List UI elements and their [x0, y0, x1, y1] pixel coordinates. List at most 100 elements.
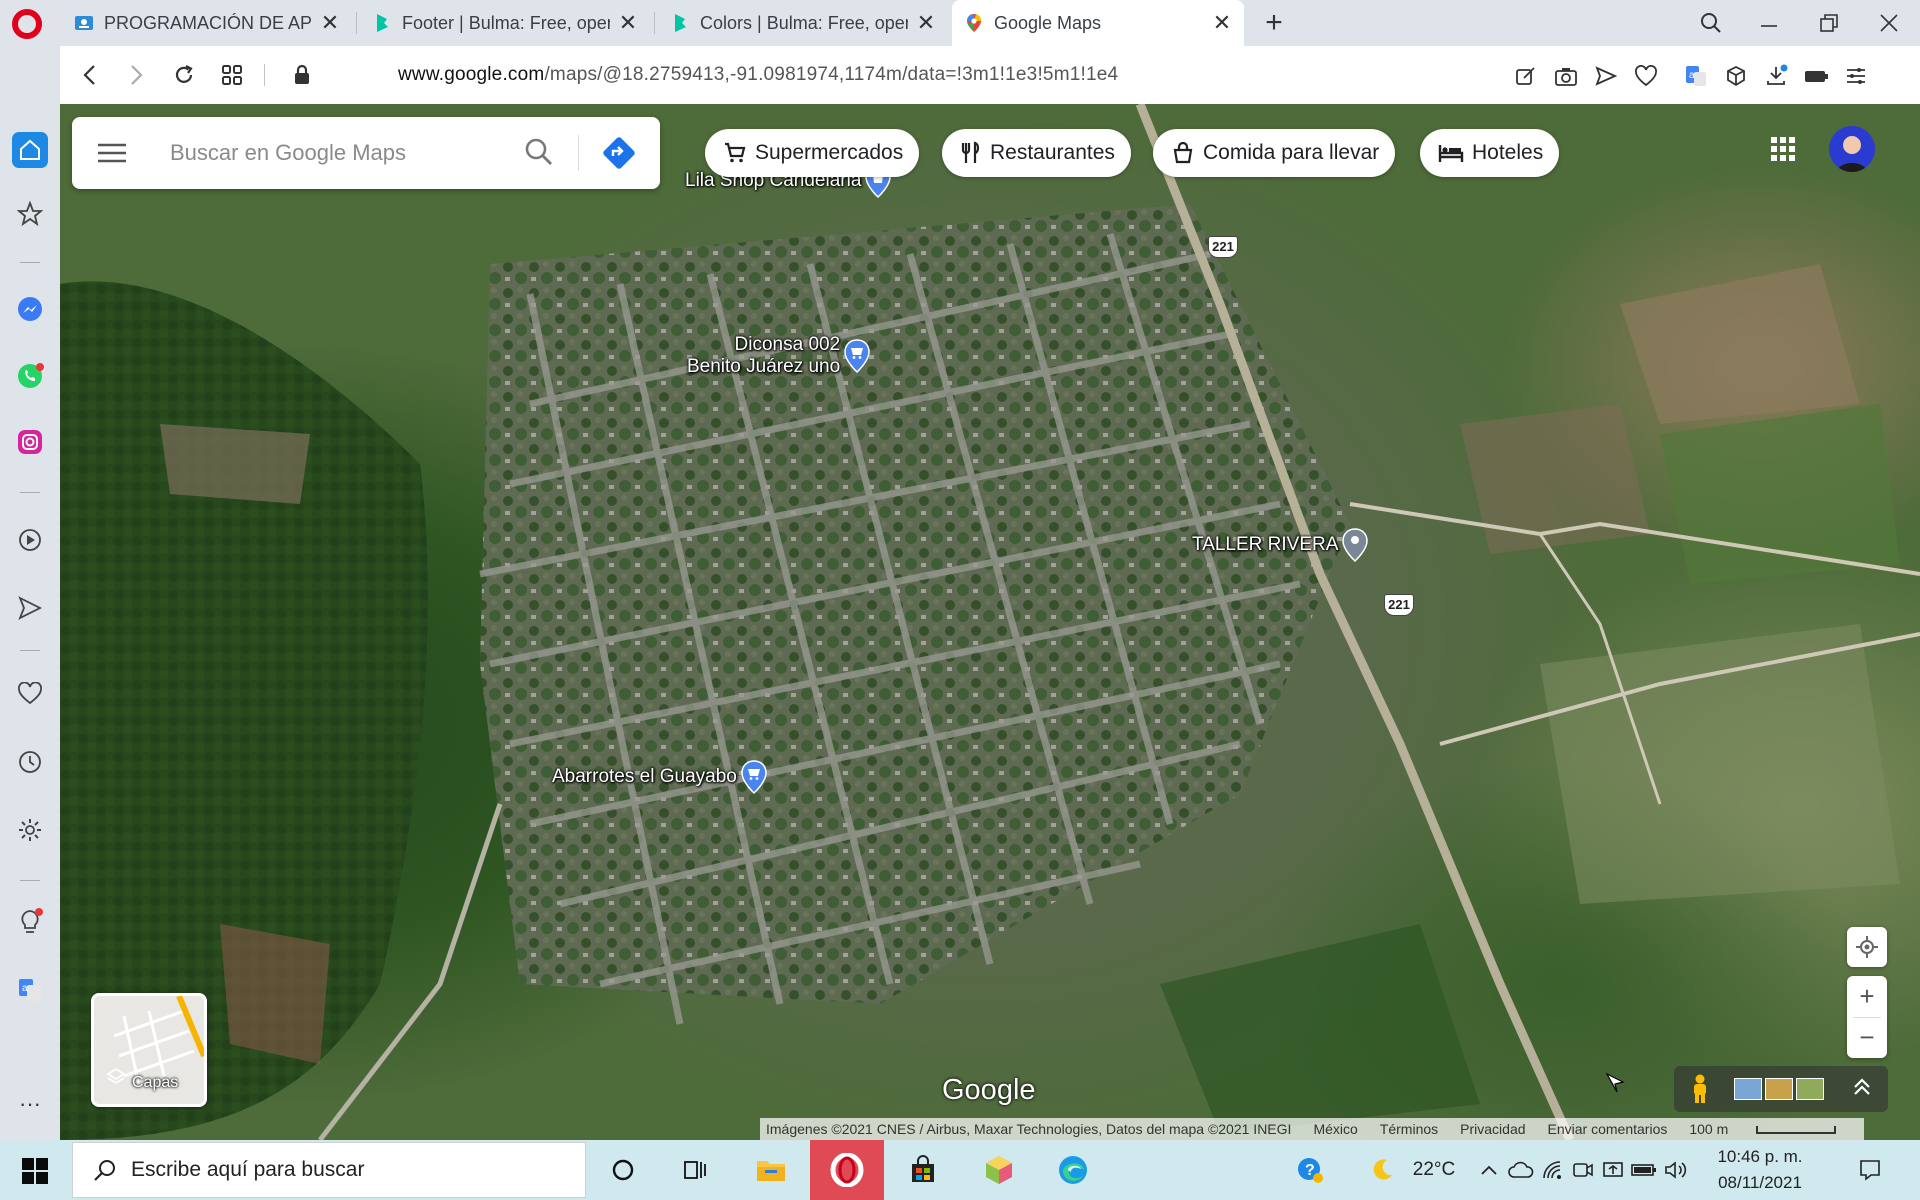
microsoft-store-icon[interactable] — [886, 1140, 960, 1200]
account-avatar[interactable] — [1829, 126, 1875, 172]
place-marker-taller-rivera[interactable]: TALLER RIVERA — [1192, 528, 1369, 562]
tab-close-icon[interactable]: ✕ — [618, 10, 638, 36]
player-icon[interactable] — [12, 522, 48, 558]
toolbar-divider — [264, 64, 265, 86]
volume-icon[interactable] — [1660, 1140, 1692, 1200]
flow-send-icon[interactable] — [12, 590, 48, 626]
file-explorer-icon[interactable] — [734, 1140, 808, 1200]
tab-title: Google Maps — [994, 12, 1102, 33]
satellite-map[interactable]: Lila Shop Candelaria Diconsa 002 Benito … — [60, 104, 1920, 1140]
clock[interactable]: 10:46 p. m. 08/11/2021 — [1700, 1144, 1820, 1196]
directions-icon[interactable] — [602, 136, 636, 175]
place-marker-abarrotes[interactable]: Abarrotes el Guayabo — [552, 760, 767, 794]
task-view-icon[interactable] — [658, 1140, 732, 1200]
taskbar-search-box[interactable]: Escribe aquí para buscar — [72, 1142, 586, 1198]
lock-icon[interactable] — [284, 56, 320, 94]
new-tab-icon[interactable]: + — [1258, 6, 1290, 40]
messenger-icon[interactable] — [12, 292, 48, 328]
extensions-cube-icon[interactable] — [1720, 60, 1752, 92]
layers-button[interactable]: Capas — [91, 993, 207, 1107]
whatsapp-icon[interactable] — [12, 358, 48, 394]
expand-up-icon[interactable] — [1852, 1076, 1872, 1103]
scale-indicator[interactable]: 100 m — [1689, 1121, 1858, 1137]
instagram-icon[interactable] — [12, 424, 48, 460]
edit-share-icon[interactable] — [1510, 60, 1542, 92]
place-label-line1: Diconsa 002 — [734, 334, 841, 355]
scale-bar — [1756, 1126, 1837, 1135]
help-icon[interactable]: ? — [1290, 1140, 1330, 1200]
send-icon[interactable] — [1590, 60, 1622, 92]
translate-extension-icon[interactable]: a — [1680, 60, 1712, 92]
downloads-icon[interactable] — [1760, 60, 1792, 92]
pegman-icon[interactable] — [1690, 1074, 1710, 1109]
sidebar-translate-icon[interactable]: a — [12, 972, 48, 1008]
tab-close-icon[interactable]: ✕ — [320, 10, 340, 36]
3d-builder-icon[interactable] — [962, 1140, 1036, 1200]
footer-link-terminos[interactable]: Términos — [1380, 1121, 1438, 1137]
history-clock-icon[interactable] — [12, 744, 48, 780]
tab-bulma-footer[interactable]: Footer | Bulma: Free, open ✕ — [360, 0, 650, 46]
chip-comida-para-llevar[interactable]: Comida para llevar — [1153, 129, 1396, 177]
menu-hamburger-icon[interactable] — [98, 141, 126, 170]
my-location-button[interactable] — [1847, 927, 1887, 967]
map-search-input[interactable] — [168, 117, 528, 189]
zoom-out-icon[interactable]: − — [1859, 1018, 1874, 1058]
chip-supermercados[interactable]: Supermercados — [705, 129, 920, 177]
tips-lightbulb-icon[interactable] — [12, 904, 48, 940]
opera-logo-icon[interactable] — [12, 9, 42, 39]
imagery-thumbnail-3[interactable] — [1796, 1078, 1824, 1100]
bookmarks-heart-icon[interactable] — [12, 676, 48, 712]
onedrive-cloud-icon[interactable] — [1506, 1140, 1536, 1200]
battery-icon[interactable] — [1628, 1140, 1660, 1200]
tab-close-icon[interactable]: ✕ — [1212, 10, 1232, 36]
meet-now-icon[interactable] — [1568, 1140, 1598, 1200]
search-icon[interactable] — [524, 137, 554, 172]
footer-link-enviar-comentarios[interactable]: Enviar comentarios — [1548, 1121, 1668, 1137]
imagery-thumbnail-2[interactable] — [1765, 1078, 1793, 1100]
screen-share-icon[interactable] — [1598, 1140, 1628, 1200]
clock-date: 08/11/2021 — [1718, 1173, 1802, 1192]
chip-hoteles[interactable]: Hoteles — [1420, 129, 1560, 177]
chip-restaurantes[interactable]: Restaurantes — [942, 129, 1131, 177]
close-window-icon[interactable] — [1862, 0, 1916, 46]
weather-temperature[interactable]: 22°C — [1402, 1140, 1466, 1200]
google-apps-icon[interactable] — [1770, 136, 1796, 167]
sidebar-star-icon[interactable] — [12, 196, 48, 232]
edge-icon[interactable] — [1036, 1140, 1110, 1200]
show-hidden-icons-icon[interactable] — [1476, 1140, 1502, 1200]
restore-icon[interactable] — [1802, 0, 1856, 46]
weather-moon-icon[interactable] — [1364, 1140, 1400, 1200]
heart-bookmark-icon[interactable] — [1630, 60, 1662, 92]
windows-start-icon[interactable] — [22, 1158, 48, 1189]
opera-taskbar-icon[interactable] — [810, 1140, 884, 1200]
tab-search-icon[interactable] — [1684, 0, 1738, 46]
sidebar-home-icon[interactable] — [12, 132, 48, 168]
footer-link-privacidad[interactable]: Privacidad — [1460, 1121, 1525, 1137]
sidebar-more-icon[interactable]: ··· — [12, 1086, 48, 1122]
battery-saver-icon[interactable] — [1800, 60, 1832, 92]
place-marker-diconsa[interactable]: Diconsa 002 Benito Juárez uno — [687, 334, 870, 378]
settings-gear-icon[interactable] — [12, 812, 48, 848]
reload-icon[interactable] — [166, 56, 202, 94]
cortana-icon[interactable] — [586, 1140, 660, 1200]
back-icon[interactable] — [72, 56, 108, 94]
chip-label: Supermercados — [755, 141, 904, 164]
tab-classroom[interactable]: PROGRAMACIÓN DE APLIC ✕ — [62, 0, 352, 46]
minimize-icon[interactable] — [1742, 0, 1796, 46]
footer-link-mexico[interactable]: México — [1313, 1121, 1357, 1137]
map-attribution-bar: Imágenes ©2021 CNES / Airbus, Maxar Tech… — [760, 1118, 1865, 1140]
wifi-icon[interactable] — [1538, 1140, 1568, 1200]
zoom-in-icon[interactable]: + — [1859, 977, 1874, 1017]
forward-icon[interactable] — [118, 56, 154, 94]
tab-google-maps[interactable]: Google Maps ✕ — [952, 0, 1244, 46]
tab-divider — [356, 12, 357, 34]
my-location-icon — [1856, 936, 1878, 958]
url-field[interactable]: www.google.com/maps/@18.2759413,-91.0981… — [398, 46, 1118, 104]
snapshot-camera-icon[interactable] — [1550, 60, 1582, 92]
tab-close-icon[interactable]: ✕ — [916, 10, 936, 36]
tab-bulma-colors[interactable]: Colors | Bulma: Free, open ✕ — [658, 0, 948, 46]
easy-setup-icon[interactable] — [1840, 60, 1872, 92]
speed-dial-icon[interactable] — [214, 56, 250, 94]
action-center-icon[interactable] — [1850, 1140, 1890, 1200]
imagery-thumbnail-1[interactable] — [1734, 1078, 1762, 1100]
